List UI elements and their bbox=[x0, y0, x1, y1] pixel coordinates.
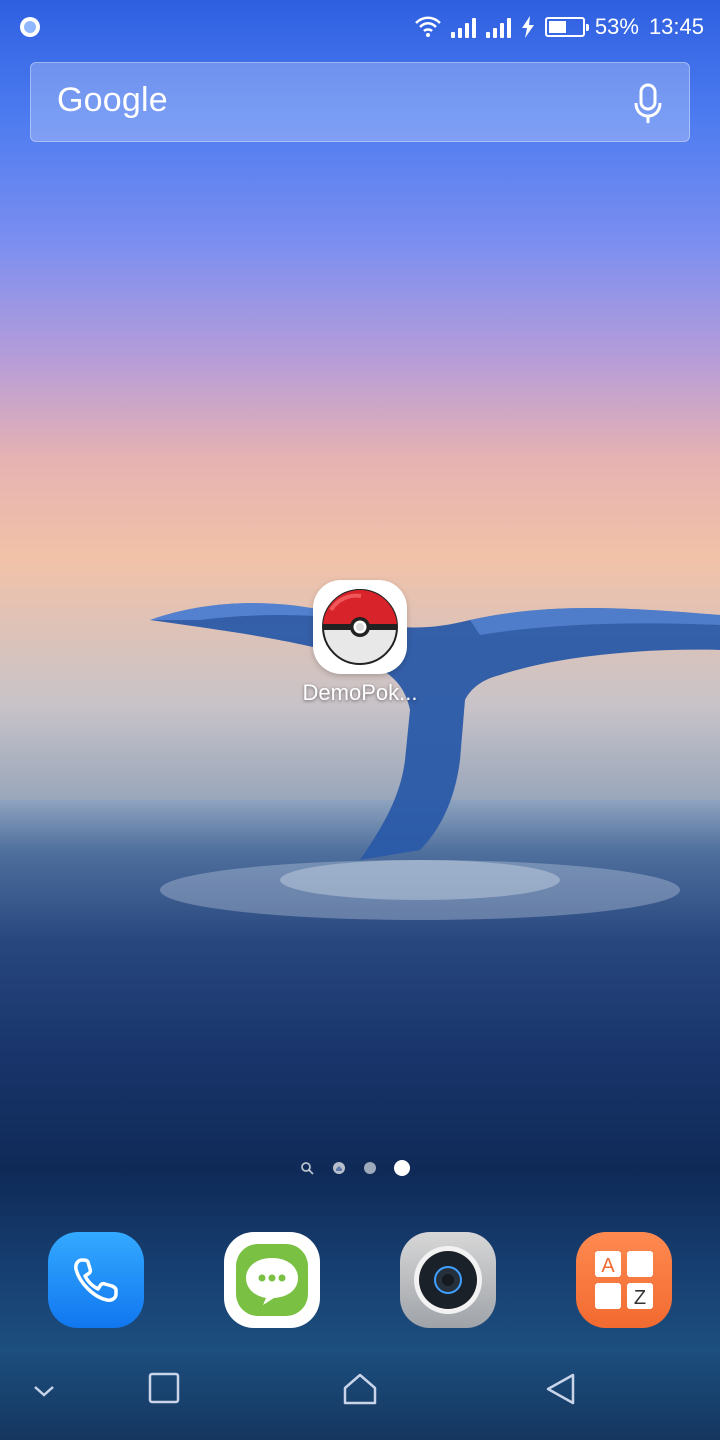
messages-icon bbox=[236, 1244, 308, 1316]
notification-circle-icon bbox=[20, 17, 40, 37]
dock: A Z bbox=[0, 1232, 720, 1332]
battery-icon bbox=[544, 17, 589, 37]
phone-app[interactable] bbox=[48, 1232, 144, 1328]
status-bar: 53% 13:45 bbox=[0, 0, 720, 54]
pokeball-icon bbox=[322, 589, 398, 665]
camera-icon bbox=[414, 1246, 482, 1314]
collapse-icon[interactable] bbox=[32, 1384, 56, 1398]
battery-fill bbox=[548, 21, 566, 33]
signal-icon bbox=[450, 16, 476, 38]
home-icon[interactable] bbox=[342, 1372, 378, 1406]
status-icons: 53% 13:45 bbox=[415, 0, 704, 54]
mic-icon[interactable] bbox=[633, 83, 663, 125]
page-dot-active[interactable] bbox=[394, 1160, 410, 1176]
home-page-icon[interactable] bbox=[332, 1161, 346, 1175]
battery-percent: 53% bbox=[594, 14, 639, 39]
phone-icon bbox=[74, 1258, 118, 1302]
search-page-icon[interactable] bbox=[300, 1161, 314, 1175]
google-logo: Google bbox=[57, 81, 168, 119]
charging-icon bbox=[521, 16, 534, 38]
messages-app[interactable] bbox=[224, 1232, 320, 1328]
back-icon[interactable] bbox=[544, 1372, 576, 1406]
wifi-icon bbox=[415, 16, 441, 37]
recents-icon[interactable] bbox=[148, 1372, 180, 1404]
az-app[interactable]: A Z bbox=[576, 1232, 672, 1328]
page-indicator[interactable] bbox=[300, 1156, 430, 1180]
clock: 13:45 bbox=[648, 14, 704, 39]
app-demopok[interactable]: DemoPok... bbox=[296, 580, 424, 706]
page-dot[interactable] bbox=[364, 1162, 376, 1174]
wallpaper bbox=[0, 0, 720, 1440]
navigation-bar bbox=[0, 1344, 720, 1440]
camera-app[interactable] bbox=[400, 1232, 496, 1328]
signal-icon bbox=[485, 16, 511, 38]
svg-text:Z: Z bbox=[634, 1287, 646, 1309]
google-search-bar[interactable]: Google bbox=[30, 62, 690, 142]
az-icon: A Z bbox=[595, 1251, 653, 1309]
app-icon-container[interactable] bbox=[313, 580, 407, 674]
app-label: DemoPok... bbox=[302, 680, 418, 705]
svg-text:A: A bbox=[601, 1255, 615, 1277]
